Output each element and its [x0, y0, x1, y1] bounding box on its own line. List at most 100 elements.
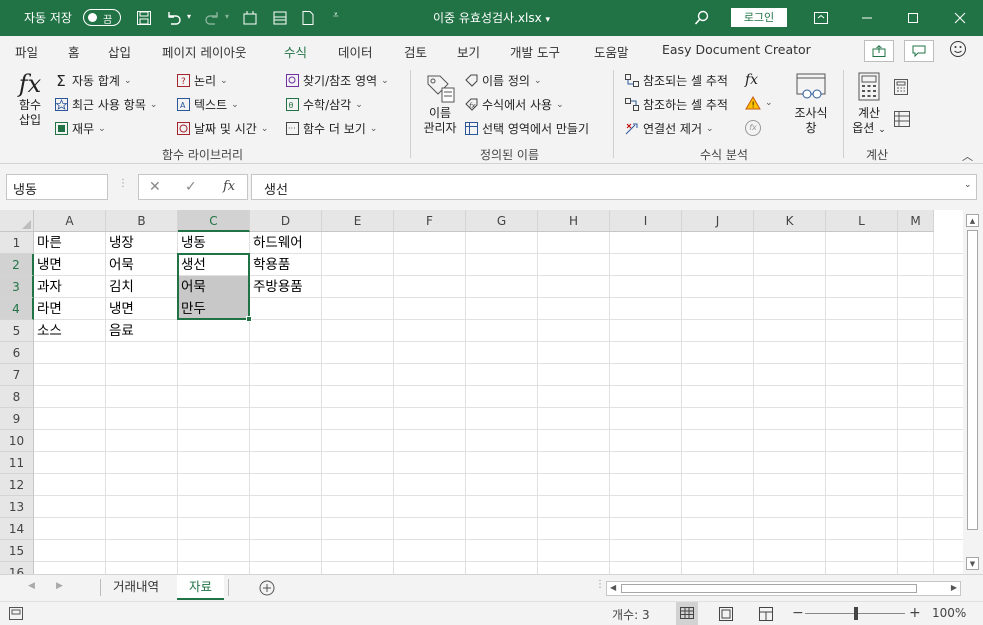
- formula-bar-splitter[interactable]: ⋮: [118, 178, 128, 189]
- row-header-12[interactable]: 12: [0, 474, 34, 496]
- cell-A1[interactable]: 마른: [34, 232, 106, 254]
- select-all-corner[interactable]: [0, 210, 34, 232]
- add-sheet-icon[interactable]: [259, 580, 275, 599]
- trace-precedents-button[interactable]: 참조되는 셀 추적: [625, 72, 728, 89]
- create-from-selection-button[interactable]: 선택 영역에서 만들기: [464, 120, 589, 137]
- fill-handle[interactable]: [246, 316, 252, 322]
- row-header-15[interactable]: 15: [0, 540, 34, 562]
- column-header-M[interactable]: M: [898, 210, 934, 232]
- row-header-6[interactable]: 6: [0, 342, 34, 364]
- scroll-left-icon[interactable]: ◀: [610, 583, 616, 592]
- row-header-7[interactable]: 7: [0, 364, 34, 386]
- row-header-1[interactable]: 1: [0, 232, 34, 254]
- maximize-icon[interactable]: [890, 0, 936, 36]
- column-header-A[interactable]: A: [34, 210, 106, 232]
- cell-D1[interactable]: 하드웨어: [250, 232, 322, 254]
- share-button[interactable]: [864, 40, 894, 62]
- sheet-tab-data[interactable]: 자료: [177, 575, 225, 600]
- zoom-in-icon[interactable]: +: [909, 605, 921, 621]
- calculate-now-icon[interactable]: [893, 78, 909, 99]
- row-header-5[interactable]: 5: [0, 320, 34, 342]
- insert-function-icon[interactable]: fx: [223, 179, 235, 194]
- column-header-J[interactable]: J: [682, 210, 754, 232]
- scroll-right-icon[interactable]: ▶: [951, 583, 957, 592]
- financial-button[interactable]: 재무 ⌄: [54, 120, 106, 137]
- evaluate-formula-icon[interactable]: fx: [745, 120, 761, 136]
- column-header-B[interactable]: B: [106, 210, 178, 232]
- cell-A5[interactable]: 소스: [34, 320, 106, 342]
- cell-B1[interactable]: 냉장: [106, 232, 178, 254]
- column-header-I[interactable]: I: [610, 210, 682, 232]
- login-button[interactable]: 로그인: [731, 8, 787, 27]
- zoom-slider-thumb[interactable]: [854, 607, 858, 620]
- column-header-H[interactable]: H: [538, 210, 610, 232]
- tab-formulas[interactable]: 수식: [281, 42, 310, 67]
- autosum-button[interactable]: Σ 자동 합계 ⌄: [54, 72, 131, 90]
- search-icon[interactable]: [692, 8, 712, 28]
- cell-A3[interactable]: 과자: [34, 276, 106, 298]
- tab-splitter[interactable]: ⋮: [595, 579, 605, 590]
- worksheet-grid[interactable]: A B C D E F G H I J K L M 1 2 3 4 5 6 7 8 9 10 11 12 13 14 15 16 마른 냉장…: [0, 210, 963, 574]
- tab-home[interactable]: 홈: [68, 42, 80, 61]
- feedback-smiley-icon[interactable]: [949, 40, 969, 60]
- recently-used-button[interactable]: 최근 사용 항목 ⌄: [54, 96, 157, 113]
- calculation-options-button[interactable]: 계산 옵션 ⌄: [848, 72, 890, 138]
- vertical-scroll-thumb[interactable]: [967, 230, 978, 530]
- lookup-reference-button[interactable]: 찾기/참조 영역 ⌄: [285, 72, 389, 89]
- screen-clip-icon[interactable]: [240, 8, 260, 28]
- tab-help[interactable]: 도움말: [594, 42, 629, 61]
- date-time-button[interactable]: 날짜 및 시간 ⌄: [176, 120, 268, 137]
- column-header-E[interactable]: E: [322, 210, 394, 232]
- tab-view[interactable]: 보기: [457, 42, 480, 61]
- normal-view-button[interactable]: [676, 602, 698, 625]
- cell-A4[interactable]: 라면: [34, 298, 106, 320]
- expand-formula-bar-icon[interactable]: ⌄: [964, 180, 972, 190]
- name-box[interactable]: 냉동: [6, 174, 108, 200]
- math-trig-button[interactable]: θ 수학/삼각 ⌄: [285, 96, 363, 113]
- logical-button[interactable]: ? 논리 ⌄: [176, 72, 228, 89]
- cell-C1[interactable]: 냉동: [178, 232, 250, 254]
- column-header-L[interactable]: L: [826, 210, 898, 232]
- page-break-view-button[interactable]: [758, 606, 774, 625]
- sheet-tab-transactions[interactable]: 거래내역: [101, 575, 171, 600]
- ribbon-display-icon[interactable]: [798, 0, 844, 36]
- more-functions-button[interactable]: ··· 함수 더 보기 ⌄: [285, 120, 377, 137]
- scroll-up-icon[interactable]: ▲: [966, 214, 979, 227]
- tab-page-layout[interactable]: 페이지 레이아웃: [162, 42, 246, 61]
- cell-D2[interactable]: 학용품: [250, 254, 322, 276]
- cell-B4[interactable]: 냉면: [106, 298, 178, 320]
- tab-review[interactable]: 검토: [404, 42, 427, 61]
- undo-dropdown-icon[interactable]: ▾: [187, 12, 191, 21]
- column-header-C[interactable]: C: [178, 210, 250, 232]
- comments-button[interactable]: [904, 40, 934, 62]
- text-button[interactable]: A 텍스트 ⌄: [176, 96, 239, 113]
- row-header-2[interactable]: 2: [0, 254, 34, 276]
- new-file-icon[interactable]: [298, 8, 318, 28]
- page-layout-view-button[interactable]: [718, 606, 734, 625]
- column-header-G[interactable]: G: [466, 210, 538, 232]
- tab-easy-document-creator[interactable]: Easy Document Creator: [662, 42, 811, 57]
- autosave-toggle[interactable]: 끔: [83, 9, 121, 26]
- name-manager-button[interactable]: 이름 관리자: [419, 72, 461, 136]
- row-header-3[interactable]: 3: [0, 276, 34, 298]
- show-formulas-icon[interactable]: 𝑓x: [745, 72, 758, 88]
- define-name-button[interactable]: 이름 정의 ⌄: [464, 72, 542, 89]
- tab-developer[interactable]: 개발 도구: [510, 42, 560, 61]
- row-header-9[interactable]: 9: [0, 408, 34, 430]
- redo-dropdown-icon[interactable]: ▾: [225, 12, 229, 21]
- row-header-8[interactable]: 8: [0, 386, 34, 408]
- use-in-formula-button[interactable]: fx 수식에서 사용 ⌄: [464, 96, 564, 113]
- enter-icon[interactable]: ✓: [185, 179, 197, 195]
- cell-B2[interactable]: 어묵: [106, 254, 178, 276]
- cancel-icon[interactable]: ✕: [149, 179, 161, 195]
- row-header-10[interactable]: 10: [0, 430, 34, 452]
- row-header-11[interactable]: 11: [0, 452, 34, 474]
- prev-sheet-icon[interactable]: ◀: [28, 581, 35, 591]
- scroll-down-icon[interactable]: ▼: [966, 557, 979, 570]
- vertical-scrollbar[interactable]: ▲ ▼: [963, 210, 983, 574]
- minimize-icon[interactable]: [844, 0, 890, 36]
- trace-dependents-button[interactable]: 참조하는 셀 추적: [625, 96, 728, 113]
- customize-qat-icon[interactable]: ⩡: [333, 10, 339, 21]
- formula-input[interactable]: 생선: [251, 174, 977, 200]
- redo-icon[interactable]: [202, 8, 222, 28]
